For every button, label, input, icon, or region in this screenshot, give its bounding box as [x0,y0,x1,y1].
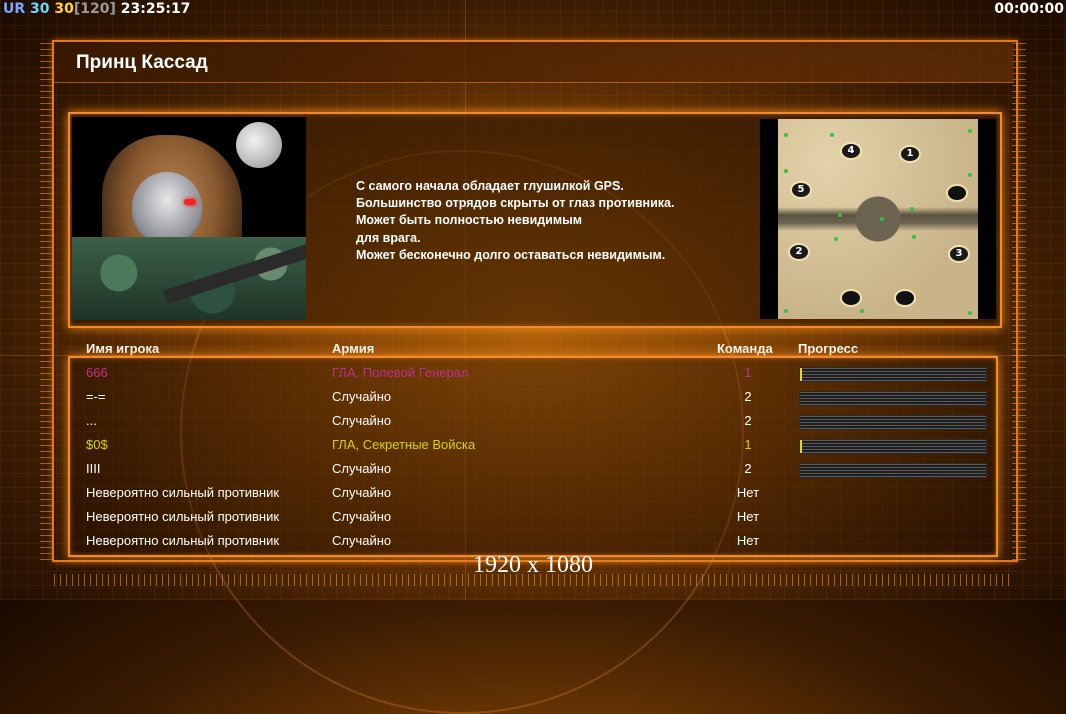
player-team: Нет [736,485,760,500]
player-team: 1 [744,365,752,380]
player-team: 2 [744,413,752,428]
start-position-empty[interactable] [840,289,862,307]
player-row[interactable]: ... Случайно 2 [0,409,1066,433]
map-resource-dot [838,213,842,217]
description-line: для врага. [356,230,421,245]
start-position-2[interactable]: 2 [788,243,810,261]
player-name: Невероятно сильный противник [86,533,280,548]
player-row[interactable]: Невероятно сильный противник Случайно Нет [0,481,1066,505]
player-name: 666 [86,365,108,380]
column-header-army: Армия [332,341,375,356]
hud-fps: 30 [30,1,50,17]
player-row[interactable]: IIII Случайно 2 [0,457,1066,481]
player-army: Случайно [332,461,392,476]
player-row[interactable]: Невероятно сильный противник Случайно Нет [0,505,1066,529]
player-army: Случайно [332,533,392,548]
map-resource-dot [834,237,838,241]
camo-body-image [72,237,306,320]
player-team: Нет [736,509,760,524]
description-line: Может быть полностью невидимым [356,213,583,228]
player-army: Случайно [332,389,392,404]
player-progress-bar [799,415,987,430]
player-name: Невероятно сильный противник [86,509,280,524]
player-army: ГЛА, Секретные Войска [332,437,476,452]
hud-tag: UR [3,1,26,17]
column-header-player-name: Имя игрока [86,341,160,356]
hud-clock: 23:25:17 [120,1,191,17]
moon-image [236,122,282,168]
start-position-3[interactable]: 3 [948,245,970,263]
start-position-empty[interactable] [894,289,916,307]
map-resource-dot [910,207,914,211]
player-name: IIII [86,461,101,476]
player-team: 2 [744,461,752,476]
hud-fps-max: [120] [73,1,116,17]
player-progress-fill [800,440,802,453]
player-progress-bar [799,367,987,382]
map-resource-dot [830,133,834,137]
general-portrait [72,117,306,320]
hud-fps-cap: 30 [54,1,74,17]
player-name: ... [86,413,97,428]
player-team: 1 [744,437,752,452]
start-position-1[interactable]: 1 [899,145,921,163]
map-resource-dot [860,309,864,313]
description-line: Может бесконечно долго оставаться невиди… [356,247,666,262]
player-army: Случайно [332,413,392,428]
hud-timer: 00:00:00 [994,1,1064,17]
start-position-empty[interactable] [946,184,968,202]
player-name: =-= [86,389,106,404]
column-header-progress: Прогресс [798,341,859,356]
map-resource-dot [912,235,916,239]
player-team: Нет [736,533,760,548]
player-team: 2 [744,389,752,404]
map-resource-dot [968,173,972,177]
player-row[interactable]: $0$ ГЛА, Секретные Войска 1 [0,433,1066,457]
map-resource-dot [968,129,972,133]
mask-image [132,172,202,242]
player-progress-bar [799,391,987,406]
start-position-4[interactable]: 4 [840,142,862,160]
map-resource-dot [784,309,788,313]
player-row[interactable]: Невероятно сильный противник Случайно Нет [0,529,1066,553]
description-line: Большинство отрядов скрыты от глаз проти… [356,196,675,211]
hud-stats: UR 30 30[120] 23:25:17 [3,1,190,17]
description-line: С самого начала обладает глушилкой GPS. [356,179,624,193]
general-description: С самого начала обладает глушилкой GPS. … [356,178,736,264]
map-resource-dot [880,217,884,221]
general-title: Принц Кассад [76,52,208,73]
map-resource-dot [784,169,788,173]
player-name: Невероятно сильный противник [86,485,280,500]
player-army: Случайно [332,485,392,500]
red-eye-image [184,199,196,205]
map-preview[interactable]: 4 1 5 2 3 [760,119,996,319]
player-name: $0$ [86,437,108,452]
player-row[interactable]: =-= Случайно 2 [0,385,1066,409]
map-resource-dot [968,311,972,315]
map-resource-dot [784,133,788,137]
player-army: Случайно [332,509,392,524]
player-progress-fill [800,368,802,381]
resolution-label: 1920 x 1080 [473,552,593,578]
player-army: ГЛА, Полевой Генерал [332,365,469,380]
start-position-5[interactable]: 5 [790,181,812,199]
map-terrain [778,119,978,319]
column-header-team: Команда [717,341,773,356]
player-progress-bar [799,463,987,478]
player-progress-bar [799,439,987,454]
player-row[interactable]: 666 ГЛА, Полевой Генерал 1 [0,361,1066,385]
